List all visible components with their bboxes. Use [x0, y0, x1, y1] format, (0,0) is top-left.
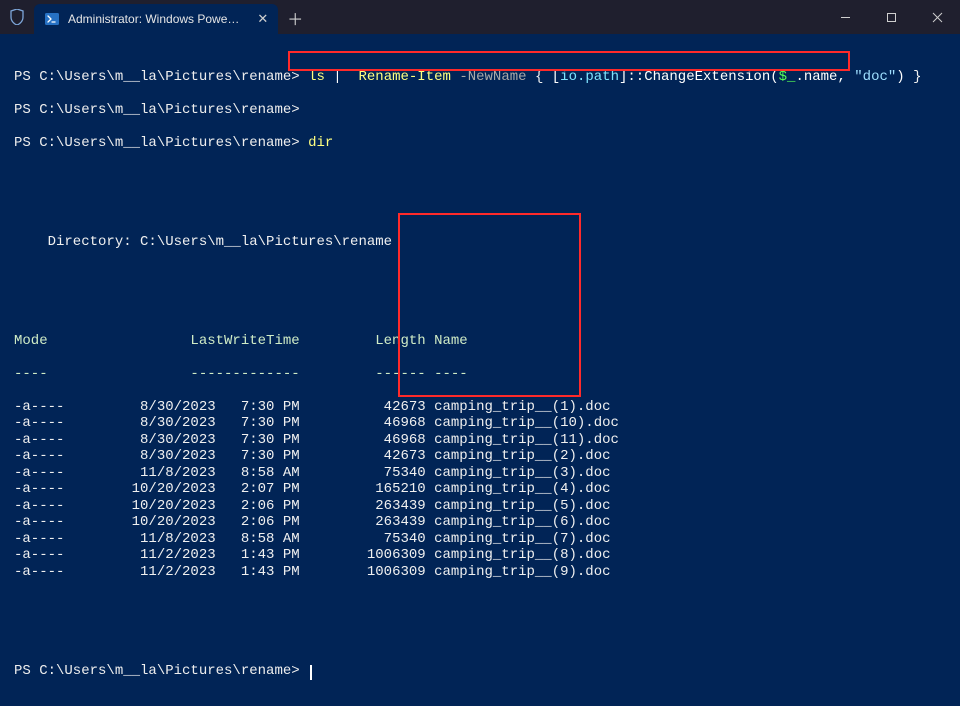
powershell-icon: [44, 11, 60, 27]
directory-label: Directory: C:\Users\m__la\Pictures\renam…: [14, 234, 946, 251]
listing-row: -a---- 11/8/2023 8:58 AM 75340 camping_t…: [14, 465, 946, 482]
prompt-line-2: PS C:\Users\m__la\Pictures\rename>: [14, 102, 946, 119]
terminal-output[interactable]: PS C:\Users\m__la\Pictures\rename> ls | …: [0, 34, 960, 706]
shield-icon: [0, 0, 34, 34]
titlebar-drag[interactable]: [312, 0, 822, 34]
cmd-ls: ls: [308, 69, 325, 85]
listing-row: -a---- 8/30/2023 7:30 PM 46968 camping_t…: [14, 432, 946, 449]
listing-row: -a---- 8/30/2023 7:30 PM 42673 camping_t…: [14, 448, 946, 465]
cmd-dir: dir: [308, 135, 333, 151]
listing-row: -a---- 11/8/2023 8:58 AM 75340 camping_t…: [14, 531, 946, 548]
listing-row: -a---- 8/30/2023 7:30 PM 46968 camping_t…: [14, 415, 946, 432]
new-tab-button[interactable]: ＋: [278, 2, 312, 34]
maximize-button[interactable]: [868, 0, 914, 34]
prompt-line-3: PS C:\Users\m__la\Pictures\rename> dir: [14, 135, 946, 152]
method-changeext: ChangeExtension(: [644, 69, 778, 85]
tab-title: Administrator: Windows Powe…: [68, 12, 239, 26]
minimize-button[interactable]: [822, 0, 868, 34]
titlebar: Administrator: Windows Powe… ✕ ＋: [0, 0, 960, 34]
tab-powershell[interactable]: Administrator: Windows Powe… ✕: [34, 4, 278, 34]
prompt-line-current: PS C:\Users\m__la\Pictures\rename>: [14, 663, 946, 680]
cmd-rename-item: Rename-Item: [350, 69, 451, 85]
close-tab-icon[interactable]: ✕: [257, 11, 268, 27]
listing-row: -a---- 10/20/2023 2:07 PM 165210 camping…: [14, 481, 946, 498]
listing-row: -a---- 10/20/2023 2:06 PM 263439 camping…: [14, 498, 946, 515]
type-iopath: io.path: [560, 69, 619, 85]
window-controls: [822, 0, 960, 34]
prompt-line-1: PS C:\Users\m__la\Pictures\rename> ls | …: [14, 69, 946, 86]
listing-row: -a---- 10/20/2023 2:06 PM 263439 camping…: [14, 514, 946, 531]
listing-header: Mode LastWriteTime Length Name: [14, 333, 946, 350]
param-newname: -NewName: [451, 69, 527, 85]
listing-row: -a---- 11/2/2023 1:43 PM 1006309 camping…: [14, 564, 946, 581]
string-doc: "doc": [854, 69, 896, 85]
cursor-icon: [310, 665, 312, 680]
listing-row: -a---- 8/30/2023 7:30 PM 42673 camping_t…: [14, 399, 946, 416]
listing-divider: ---- ------------- ------ ----: [14, 366, 946, 383]
listing-row: -a---- 11/2/2023 1:43 PM 1006309 camping…: [14, 547, 946, 564]
var-pipeline: $_: [779, 69, 796, 85]
close-window-button[interactable]: [914, 0, 960, 34]
prompt-path: PS C:\Users\m__la\Pictures\rename>: [14, 69, 300, 85]
